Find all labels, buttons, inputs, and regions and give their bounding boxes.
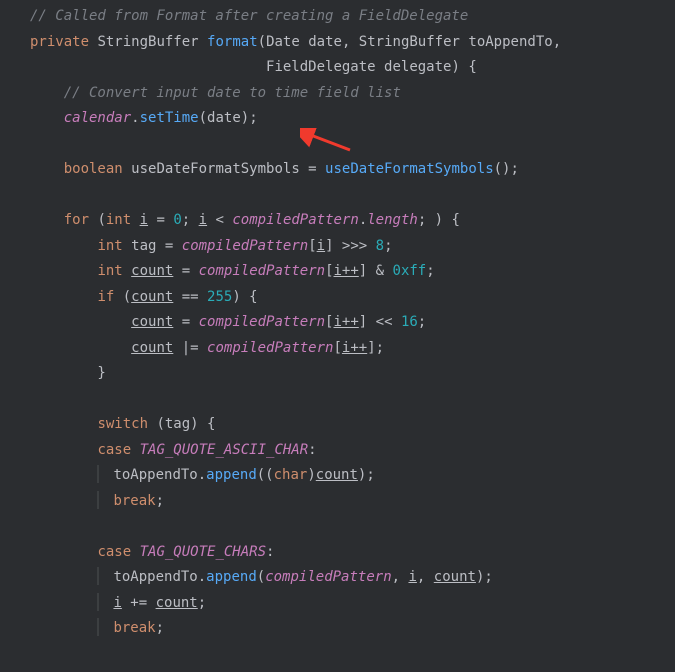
stmt: toAppendTo.append((char)count); <box>0 463 675 489</box>
method-sig: private StringBuffer format(Date date, S… <box>0 30 675 56</box>
comment: // Called from Format after creating a F… <box>0 4 675 30</box>
stmt: count = compiledPattern[i++] << 16; <box>0 310 675 336</box>
case: case TAG_QUOTE_CHARS: <box>0 540 675 566</box>
stmt: int tag = compiledPattern[i] >>> 8; <box>0 234 675 260</box>
brace: } <box>0 361 675 387</box>
for-loop: for (int i = 0; i < compiledPattern.leng… <box>0 208 675 234</box>
break: break; <box>0 616 675 642</box>
stmt-decl: boolean useDateFormatSymbols = useDateFo… <box>0 157 675 183</box>
method-sig-cont: FieldDelegate delegate) { <box>0 55 675 81</box>
stmt: i += count; <box>0 591 675 617</box>
stmt: toAppendTo.append(compiledPattern, i, co… <box>0 565 675 591</box>
case: case TAG_QUOTE_ASCII_CHAR: <box>0 438 675 464</box>
if-stmt: if (count == 255) { <box>0 285 675 311</box>
code-block: // Called from Format after creating a F… <box>0 4 675 642</box>
switch-stmt: switch (tag) { <box>0 412 675 438</box>
comment: // Convert input date to time field list <box>0 81 675 107</box>
stmt: count |= compiledPattern[i++]; <box>0 336 675 362</box>
stmt: int count = compiledPattern[i++] & 0xff; <box>0 259 675 285</box>
break: break; <box>0 489 675 515</box>
stmt-settime: calendar.setTime(date); <box>0 106 675 132</box>
